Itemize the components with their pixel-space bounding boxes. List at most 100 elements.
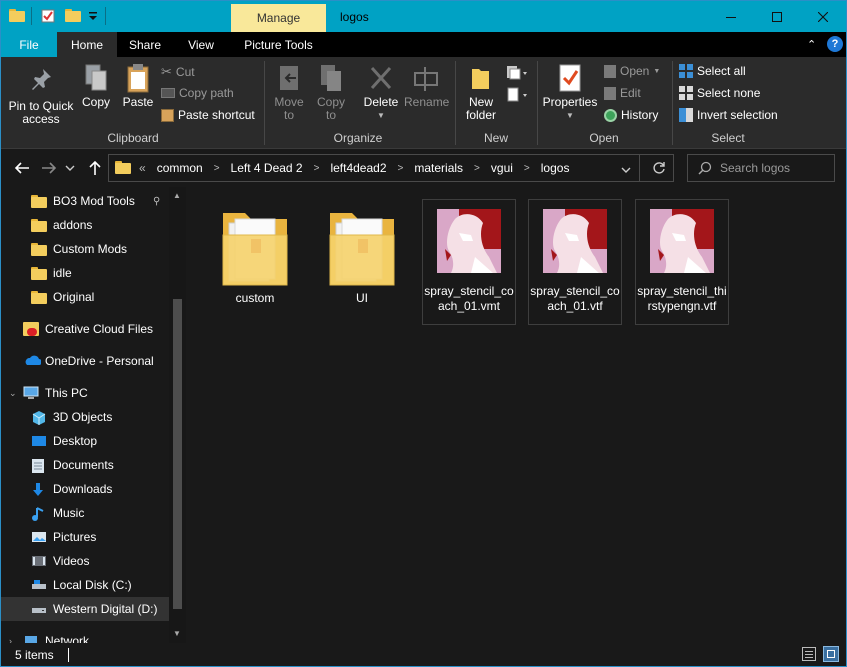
file-item[interactable]: spray_stencil_thirstypengn.vtf (635, 199, 729, 325)
nav-item-idle[interactable]: idle (1, 261, 169, 285)
nav-item-custom-mods[interactable]: Custom Mods (1, 237, 169, 261)
delete-button[interactable]: Delete ▼ (361, 63, 401, 122)
breadcrumb-logos[interactable]: logos (541, 161, 570, 175)
nav-item-addons[interactable]: addons (1, 213, 169, 237)
cut-button[interactable]: ✂ Cut (161, 64, 195, 80)
expand-chevron-icon[interactable]: ⌄ (9, 388, 17, 399)
file-item[interactable]: spray_stencil_coach_01.vtf (528, 199, 622, 325)
minimize-ribbon-icon[interactable]: ⌃ (807, 38, 816, 51)
properties-dropdown-icon[interactable]: ▼ (541, 109, 599, 122)
back-button[interactable] (11, 158, 33, 178)
qat-dropdown-icon[interactable] (87, 9, 101, 23)
history-button[interactable]: History (604, 108, 658, 122)
move-to-icon (280, 66, 298, 90)
select-none-button[interactable]: Select none (679, 86, 760, 100)
file-item[interactable]: spray_stencil_coach_01.vmt (422, 199, 516, 325)
nav-item-western-digital-d[interactable]: Western Digital (D:) (1, 597, 169, 621)
tab-view[interactable]: View (173, 32, 229, 57)
new-folder-icon[interactable] (65, 9, 81, 23)
breadcrumb-left4dead2-game[interactable]: Left 4 Dead 2 (231, 161, 303, 175)
refresh-icon[interactable] (652, 161, 666, 178)
nav-item-documents[interactable]: Documents (1, 453, 169, 477)
new-folder-button[interactable]: New folder (461, 63, 501, 122)
nav-item-onedrive-personal[interactable]: OneDrive - Personal (1, 349, 169, 373)
select-all-button[interactable]: Select all (679, 64, 746, 78)
context-tab-manage[interactable]: Manage (231, 4, 326, 32)
nav-item-bo3-mod-tools[interactable]: BO3 Mod Tools ⚲ (1, 189, 169, 213)
nav-item-downloads[interactable]: Downloads (1, 477, 169, 501)
paste-shortcut-button[interactable]: Paste shortcut (161, 108, 255, 122)
address-bar[interactable]: « common > Left 4 Dead 2 > left4dead2 > … (108, 154, 674, 182)
nav-item-3d-objects[interactable]: 3D Objects (1, 405, 169, 429)
breadcrumb-vgui[interactable]: vgui (491, 161, 513, 175)
breadcrumb-overflow[interactable]: « (139, 161, 146, 175)
downloads-icon (31, 482, 47, 496)
open-dropdown-icon[interactable]: ▼ (653, 68, 660, 75)
invert-selection-icon (679, 108, 693, 122)
tab-picture-tools[interactable]: Picture Tools (231, 32, 326, 57)
chevron-right-icon[interactable]: > (524, 163, 530, 174)
chevron-right-icon[interactable]: > (314, 163, 320, 174)
maximize-button[interactable] (754, 1, 800, 32)
properties-button[interactable]: Properties ▼ (541, 63, 599, 122)
chevron-right-icon[interactable]: > (214, 163, 220, 174)
folder-icon (31, 290, 47, 304)
properties-check-icon[interactable] (41, 9, 55, 23)
paste-shortcut-icon (161, 108, 174, 122)
tab-home[interactable]: Home (57, 32, 117, 57)
minimize-button[interactable] (708, 1, 754, 32)
folder-item[interactable]: custom (208, 199, 302, 325)
nav-item-pictures[interactable]: Pictures (1, 525, 169, 549)
close-button[interactable] (800, 1, 846, 32)
chevron-right-icon[interactable]: > (398, 163, 404, 174)
copy-label: Copy (81, 95, 110, 109)
copy-to-button[interactable]: Copy to (314, 63, 348, 122)
help-icon[interactable]: ? (827, 36, 843, 52)
history-label: History (621, 108, 659, 122)
folder-item[interactable]: UI (315, 199, 409, 325)
scroll-up-icon[interactable]: ▲ (173, 191, 181, 200)
edit-button[interactable]: Edit (604, 86, 641, 100)
nav-scrollbar[interactable]: ▲ ▼ (169, 187, 186, 643)
tab-share[interactable]: Share (117, 32, 173, 57)
nav-item-network[interactable]: › Network (1, 629, 169, 643)
search-input[interactable]: Search logos (720, 161, 790, 175)
nav-item-local-disk-c[interactable]: Local Disk (C:) (1, 573, 169, 597)
breadcrumb-common[interactable]: common (157, 161, 203, 175)
easy-access-icon[interactable] (506, 87, 528, 106)
copy-path-button[interactable]: Copy path (161, 86, 234, 100)
address-dropdown-icon[interactable] (621, 163, 631, 177)
nav-item-desktop[interactable]: Desktop (1, 429, 169, 453)
nav-item-creative-cloud-files[interactable]: Creative Cloud Files (1, 317, 169, 341)
group-open-label: Open (589, 131, 619, 145)
delete-dropdown-icon[interactable]: ▼ (361, 109, 401, 122)
chevron-right-icon[interactable]: > (474, 163, 480, 174)
new-item-icon[interactable] (506, 65, 528, 84)
open-button[interactable]: Open ▼ (604, 64, 660, 78)
nav-item-music[interactable]: Music (1, 501, 169, 525)
expand-chevron-icon[interactable]: › (9, 636, 12, 643)
scroll-down-icon[interactable]: ▼ (173, 629, 181, 638)
nav-item-videos[interactable]: Videos (1, 549, 169, 573)
nav-item-original[interactable]: Original (1, 285, 169, 309)
file-name: custom (235, 291, 275, 305)
large-icons-view-button[interactable] (823, 646, 839, 662)
breadcrumb-materials[interactable]: materials (414, 161, 463, 175)
network-icon (23, 634, 39, 643)
breadcrumb-left4dead2[interactable]: left4dead2 (330, 161, 386, 175)
details-view-button[interactable] (802, 647, 816, 661)
tab-file[interactable]: File (1, 32, 57, 57)
copy-button[interactable]: Copy (79, 63, 113, 109)
rename-button[interactable]: Rename (404, 63, 449, 109)
recent-locations-button[interactable] (63, 158, 77, 178)
move-to-button[interactable]: Move to (273, 63, 305, 122)
up-button[interactable] (84, 158, 106, 178)
scrollbar-thumb[interactable] (173, 299, 182, 609)
pin-to-quick-access-button[interactable]: Pin to Quick access (5, 67, 77, 126)
forward-button[interactable] (38, 158, 60, 178)
search-box[interactable]: Search logos (687, 154, 835, 182)
folder-icon[interactable] (9, 9, 25, 23)
paste-button[interactable]: Paste (119, 63, 157, 109)
nav-item-this-pc[interactable]: ⌄ This PC (1, 381, 169, 405)
invert-selection-button[interactable]: Invert selection (679, 108, 778, 122)
